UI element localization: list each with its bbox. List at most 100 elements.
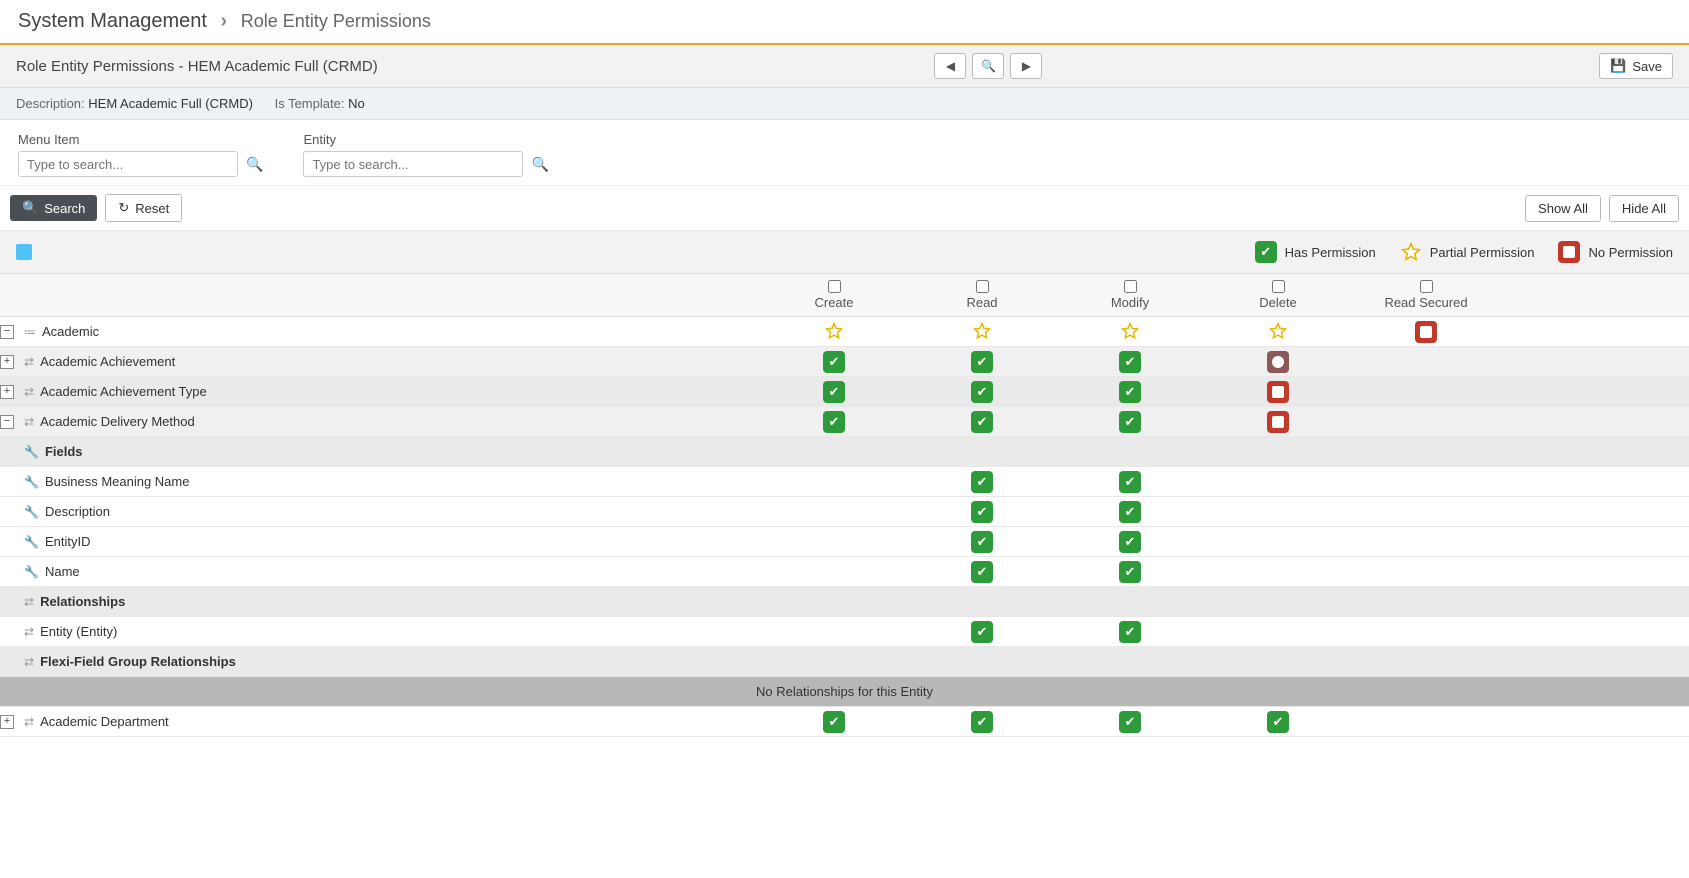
chevron-right-icon: › bbox=[221, 10, 228, 32]
hide-all-button[interactable]: Hide All bbox=[1609, 195, 1679, 222]
selection-chip[interactable] bbox=[16, 244, 32, 260]
expand-icon[interactable]: + bbox=[0, 355, 14, 369]
has-permission-icon[interactable]: ✔ bbox=[971, 351, 993, 373]
collapse-icon[interactable]: − bbox=[0, 415, 14, 429]
menu-item-input[interactable] bbox=[18, 151, 238, 177]
no-relationships-message: No Relationships for this Entity bbox=[0, 677, 1689, 707]
has-permission-icon[interactable]: ✔ bbox=[823, 711, 845, 733]
search-button-label: Search bbox=[44, 201, 85, 216]
partial-permission-icon[interactable] bbox=[1119, 320, 1141, 342]
row-label: Academic bbox=[42, 324, 99, 339]
partial-permission-icon[interactable] bbox=[823, 320, 845, 342]
has-permission-icon[interactable]: ✔ bbox=[971, 411, 993, 433]
no-permission-icon[interactable] bbox=[1415, 321, 1437, 343]
row-label: Academic Achievement bbox=[40, 354, 175, 369]
reset-button-label: Reset bbox=[135, 201, 169, 216]
has-permission-icon[interactable]: ✔ bbox=[1119, 471, 1141, 493]
search-icon: 🔍 bbox=[22, 200, 38, 216]
filter-bar: Menu Item 🔍 Entity 🔍 bbox=[0, 120, 1689, 186]
save-button[interactable]: 💾 Save bbox=[1599, 53, 1673, 79]
has-permission-icon[interactable]: ✔ bbox=[971, 501, 993, 523]
col-modify: Modify bbox=[1056, 280, 1204, 310]
col-delete-checkbox[interactable] bbox=[1272, 280, 1285, 293]
has-permission-icon[interactable]: ✔ bbox=[971, 471, 993, 493]
has-permission-icon[interactable]: ✔ bbox=[971, 711, 993, 733]
legend-partial-label: Partial Permission bbox=[1430, 245, 1535, 260]
zoom-button[interactable]: 🔍 bbox=[972, 53, 1004, 79]
reset-button[interactable]: ↻ Reset bbox=[105, 194, 182, 222]
table-row: 🔧Name✔✔ bbox=[0, 557, 1689, 587]
show-all-label: Show All bbox=[1538, 201, 1588, 216]
legend-partial: Partial Permission bbox=[1400, 241, 1535, 263]
permissions-grid: −≔Academic+⇄Academic Achievement✔✔✔+⇄Aca… bbox=[0, 317, 1689, 737]
has-permission-icon[interactable]: ✔ bbox=[823, 411, 845, 433]
has-permission-icon[interactable]: ✔ bbox=[971, 621, 993, 643]
table-row: ⇄Relationships bbox=[0, 587, 1689, 617]
entity-icon: 🔧 bbox=[24, 505, 39, 519]
entity-icon: ⇄ bbox=[24, 385, 34, 399]
no-permission-icon[interactable] bbox=[1267, 381, 1289, 403]
save-button-label: Save bbox=[1632, 59, 1662, 74]
has-permission-icon[interactable]: ✔ bbox=[971, 561, 993, 583]
search-icon[interactable]: 🔍 bbox=[246, 156, 263, 173]
table-row: +⇄Academic Department✔✔✔✔ bbox=[0, 707, 1689, 737]
entity-icon: 🔧 bbox=[24, 535, 39, 549]
has-permission-icon[interactable]: ✔ bbox=[1119, 381, 1141, 403]
legend-bar: ✔ Has Permission Partial Permission No P… bbox=[0, 231, 1689, 274]
legend-has-label: Has Permission bbox=[1285, 245, 1376, 260]
search-icon[interactable]: 🔍 bbox=[531, 156, 548, 173]
breadcrumb-root[interactable]: System Management bbox=[18, 10, 207, 32]
has-permission-icon[interactable]: ✔ bbox=[971, 531, 993, 553]
entity-input[interactable] bbox=[303, 151, 523, 177]
has-permission-icon[interactable]: ✔ bbox=[971, 381, 993, 403]
row-label: Flexi-Field Group Relationships bbox=[40, 654, 236, 669]
table-row: 🔧Fields bbox=[0, 437, 1689, 467]
table-row: +⇄Academic Achievement✔✔✔ bbox=[0, 347, 1689, 377]
description-bar: Description: HEM Academic Full (CRMD) Is… bbox=[0, 88, 1689, 120]
has-permission-icon[interactable]: ✔ bbox=[1119, 561, 1141, 583]
prev-record-button[interactable]: ◀ bbox=[934, 53, 966, 79]
table-row: ⇄Entity (Entity)✔✔ bbox=[0, 617, 1689, 647]
description-value: HEM Academic Full (CRMD) bbox=[88, 96, 253, 111]
save-icon: 💾 bbox=[1610, 58, 1626, 74]
has-permission-icon[interactable]: ✔ bbox=[1119, 621, 1141, 643]
table-row: 🔧EntityID✔✔ bbox=[0, 527, 1689, 557]
description-label: Description: bbox=[16, 96, 85, 111]
expand-icon[interactable]: + bbox=[0, 385, 14, 399]
table-row: + ⇄ Academic Achievement Type ✔ ✔ ✔ bbox=[0, 377, 1689, 407]
entity-icon: ⇄ bbox=[24, 415, 34, 429]
column-headers: Create Read Modify Delete Read Secured bbox=[0, 274, 1689, 317]
expand-icon[interactable]: + bbox=[0, 715, 14, 729]
has-permission-icon[interactable]: ✔ bbox=[1267, 711, 1289, 733]
message-text: No Relationships for this Entity bbox=[0, 684, 1689, 699]
next-record-button[interactable]: ▶ bbox=[1010, 53, 1042, 79]
partial-permission-icon[interactable] bbox=[1267, 320, 1289, 342]
entity-icon: 🔧 bbox=[24, 475, 39, 489]
col-read-secured: Read Secured bbox=[1352, 280, 1500, 310]
entity-icon: 🔧 bbox=[24, 565, 39, 579]
has-permission-icon[interactable]: ✔ bbox=[1119, 711, 1141, 733]
has-permission-icon[interactable]: ✔ bbox=[823, 351, 845, 373]
show-all-button[interactable]: Show All bbox=[1525, 195, 1601, 222]
has-permission-icon[interactable]: ✔ bbox=[1119, 501, 1141, 523]
no-permission-icon[interactable] bbox=[1267, 351, 1289, 373]
row-label: Academic Department bbox=[40, 714, 169, 729]
has-permission-icon[interactable]: ✔ bbox=[1119, 531, 1141, 553]
no-permission-icon[interactable] bbox=[1267, 411, 1289, 433]
col-read-checkbox[interactable] bbox=[976, 280, 989, 293]
col-modify-checkbox[interactable] bbox=[1124, 280, 1137, 293]
row-label: Academic Achievement Type bbox=[40, 384, 207, 399]
has-permission-icon[interactable]: ✔ bbox=[823, 381, 845, 403]
template-value: No bbox=[348, 96, 365, 111]
legend-no-label: No Permission bbox=[1588, 245, 1673, 260]
col-read-secured-checkbox[interactable] bbox=[1420, 280, 1433, 293]
entity-icon: ⇄ bbox=[24, 625, 34, 639]
menu-item-label: Menu Item bbox=[18, 132, 263, 147]
has-permission-icon[interactable]: ✔ bbox=[1119, 351, 1141, 373]
col-create-checkbox[interactable] bbox=[828, 280, 841, 293]
entity-icon: ⇄ bbox=[24, 595, 34, 609]
partial-permission-icon[interactable] bbox=[971, 320, 993, 342]
search-button[interactable]: 🔍 Search bbox=[10, 195, 97, 221]
collapse-icon[interactable]: − bbox=[0, 325, 14, 339]
has-permission-icon[interactable]: ✔ bbox=[1119, 411, 1141, 433]
